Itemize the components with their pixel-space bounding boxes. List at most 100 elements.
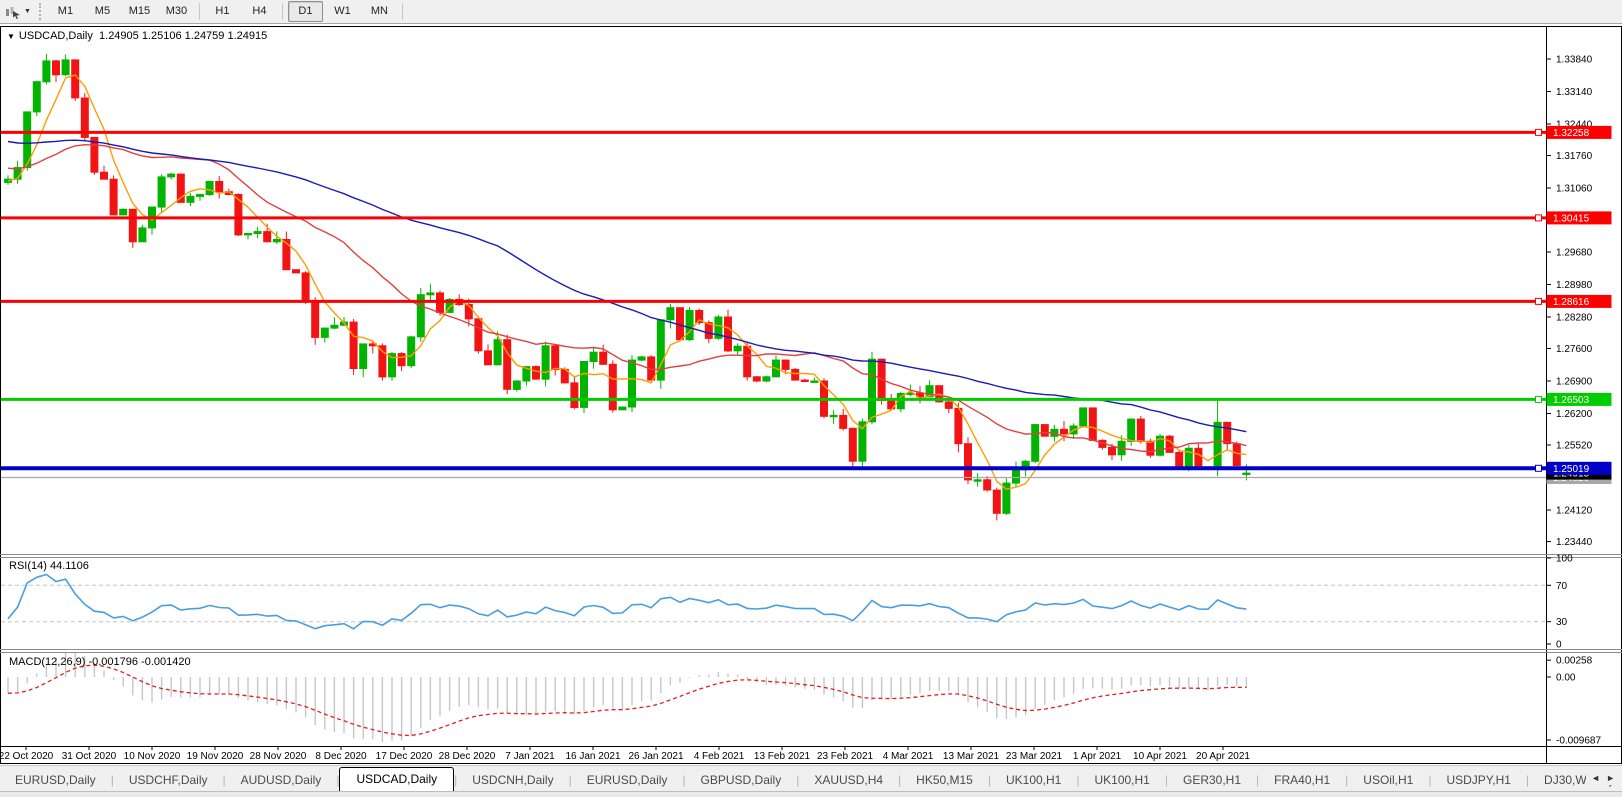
ma-line-50[interactable]: [7, 139, 1247, 433]
svg-text:26 Jan 2021: 26 Jan 2021: [628, 751, 683, 762]
svg-text:1.26503: 1.26503: [1553, 395, 1590, 406]
svg-text:28 Nov 2020: 28 Nov 2020: [250, 751, 307, 762]
svg-text:7 Jan 2021: 7 Jan 2021: [505, 751, 555, 762]
macd-pane: 0.00258 0.00 -0.009687: [7, 653, 1601, 747]
status-strip: [0, 791, 1622, 797]
tab-eurusd-daily[interactable]: EURUSD,Daily: [572, 769, 683, 792]
timeframe-button-w1[interactable]: W1: [325, 1, 360, 22]
tab-usdcnh-daily[interactable]: USDCNH,Daily: [457, 769, 568, 792]
timeframe-button-d1[interactable]: D1: [287, 1, 323, 22]
chart-quote-ohlc: 1.24905 1.25106 1.24759 1.24915: [99, 30, 268, 42]
svg-text:1.24120: 1.24120: [1556, 506, 1593, 517]
level-lines[interactable]: [1, 128, 1546, 472]
svg-text:1.31760: 1.31760: [1556, 151, 1593, 162]
svg-text:10 Apr 2021: 10 Apr 2021: [1133, 751, 1187, 762]
svg-text:16 Jan 2021: 16 Jan 2021: [565, 751, 620, 762]
svg-text:20 Apr 2021: 20 Apr 2021: [1196, 751, 1250, 762]
svg-text:1.28616: 1.28616: [1553, 297, 1590, 308]
svg-text:1.26900: 1.26900: [1556, 377, 1593, 388]
candles[interactable]: [4, 53, 1251, 521]
svg-text:4 Mar 2021: 4 Mar 2021: [883, 751, 934, 762]
tab-gbpusd-daily[interactable]: GBPUSD,Daily: [686, 769, 797, 792]
toolbar-separator: [401, 3, 403, 20]
tab-usdcad-daily[interactable]: USDCAD,Daily: [339, 767, 455, 792]
chart-tab-bar: EURUSD,Daily | USDCHF,Daily | AUDUSD,Daily | U…: [0, 765, 1622, 792]
chart-title: ▼ USDCAD,Daily 1.24905 1.25106 1.24759 1.…: [7, 30, 267, 42]
svg-text:10 Nov 2020: 10 Nov 2020: [124, 751, 181, 762]
svg-text:0.00258: 0.00258: [1556, 656, 1593, 667]
svg-text:8 Dec 2020: 8 Dec 2020: [315, 751, 367, 762]
tab-scroll-right-button[interactable]: ►: [1606, 773, 1615, 783]
svg-text:1.29680: 1.29680: [1556, 248, 1593, 259]
chart-borders: [0, 26, 1622, 764]
toolbar: ▼ M1 M5 M15 M30 H1 H4 D1 W1 MN: [0, 0, 1622, 24]
timeframe-button-h4[interactable]: H4: [242, 1, 277, 22]
svg-text:23 Feb 2021: 23 Feb 2021: [817, 751, 874, 762]
timeframe-button-mn[interactable]: MN: [362, 1, 397, 22]
rsi-pane: 100 70 30 0: [1, 554, 1573, 651]
svg-text:1 Apr 2021: 1 Apr 2021: [1073, 751, 1122, 762]
svg-text:-0.009687: -0.009687: [1556, 736, 1601, 747]
svg-text:100: 100: [1556, 554, 1573, 565]
svg-text:1.27600: 1.27600: [1556, 344, 1593, 355]
svg-text:1.26200: 1.26200: [1556, 409, 1593, 420]
svg-text:13 Mar 2021: 13 Mar 2021: [943, 751, 1000, 762]
svg-text:22 Oct 2020: 22 Oct 2020: [0, 751, 54, 762]
mt4-window: ▼ M1 M5 M15 M30 H1 H4 D1 W1 MN 1.33840 1.33140 1.3…: [0, 0, 1622, 797]
tab-hk50-m15[interactable]: HK50,M15: [901, 769, 988, 792]
timeframe-button-m5[interactable]: M5: [85, 1, 120, 22]
tab-xauusd-h4[interactable]: XAUUSD,H4: [799, 769, 898, 792]
svg-text:1.23440: 1.23440: [1556, 537, 1593, 548]
chart-menu-icon[interactable]: ▼: [7, 32, 15, 41]
chart-symbol-label: USDCAD,Daily: [18, 30, 93, 42]
timeframe-button-h1[interactable]: H1: [205, 1, 240, 22]
svg-text:1.31060: 1.31060: [1556, 184, 1593, 195]
svg-text:1.30415: 1.30415: [1553, 213, 1590, 224]
tab-audusd-daily[interactable]: AUDUSD,Daily: [226, 769, 337, 792]
chart-cursor-icon[interactable]: [3, 3, 23, 21]
svg-text:19 Nov 2020: 19 Nov 2020: [187, 751, 244, 762]
ma-line-5[interactable]: [7, 74, 1247, 490]
tab-scroll-left-button[interactable]: ◄: [1591, 773, 1600, 783]
svg-text:1.25019: 1.25019: [1553, 464, 1590, 475]
date-axis[interactable]: 22 Oct 2020 31 Oct 2020 10 Nov 2020 19 Nov …: [0, 746, 1250, 763]
timeframe-button-m30[interactable]: M30: [159, 1, 194, 22]
tab-fra40-h1[interactable]: FRA40,H1: [1259, 769, 1345, 792]
rsi-label: RSI(14) 44.1106: [9, 560, 89, 572]
svg-text:70: 70: [1556, 581, 1568, 592]
rsi-line: [7, 573, 1247, 630]
toolbar-grip[interactable]: [38, 3, 41, 20]
tab-usoil-h1[interactable]: USOil,H1: [1348, 769, 1428, 792]
tab-eurusd-daily[interactable]: EURUSD,Daily: [0, 769, 111, 792]
timeframe-button-m1[interactable]: M1: [48, 1, 83, 22]
tab-usdchf-daily[interactable]: USDCHF,Daily: [114, 769, 223, 792]
svg-text:1.32258: 1.32258: [1553, 128, 1590, 139]
tab-ger30-h1[interactable]: GER30,H1: [1168, 769, 1256, 792]
svg-text:13 Feb 2021: 13 Feb 2021: [754, 751, 811, 762]
macd-histogram: [7, 653, 1248, 742]
macd-signal-line: [7, 664, 1247, 737]
tab-uk100-h1[interactable]: UK100,H1: [991, 769, 1076, 792]
svg-text:0.00: 0.00: [1556, 673, 1576, 684]
svg-text:30: 30: [1556, 617, 1568, 628]
svg-text:4 Feb 2021: 4 Feb 2021: [694, 751, 745, 762]
timeframe-button-m15[interactable]: M15: [122, 1, 157, 22]
svg-text:1.25520: 1.25520: [1556, 441, 1593, 452]
svg-text:1.28280: 1.28280: [1556, 313, 1593, 324]
tab-usdjpy-h1[interactable]: USDJPY,H1: [1431, 769, 1525, 792]
svg-text:17 Dec 2020: 17 Dec 2020: [376, 751, 433, 762]
svg-text:1.28980: 1.28980: [1556, 280, 1593, 291]
toolbar-separator: [281, 3, 283, 20]
price-axis[interactable]: 1.338401.331401.324401.317601.310601.296…: [1546, 55, 1612, 549]
tab-uk100-h1[interactable]: UK100,H1: [1079, 769, 1164, 792]
svg-text:28 Dec 2020: 28 Dec 2020: [439, 751, 496, 762]
chart-canvas[interactable]: 1.338401.331401.324401.317601.310601.296…: [0, 0, 1622, 797]
svg-text:0: 0: [1556, 640, 1562, 651]
svg-text:31 Oct 2020: 31 Oct 2020: [62, 751, 117, 762]
timeframe-buttons: M1 M5 M15 M30 H1 H4 D1 W1 MN: [47, 1, 407, 22]
svg-text:1.33840: 1.33840: [1556, 55, 1593, 66]
toolbar-separator: [198, 3, 200, 20]
chevron-down-icon[interactable]: ▼: [24, 3, 31, 21]
svg-text:1.33140: 1.33140: [1556, 87, 1593, 98]
svg-text:23 Mar 2021: 23 Mar 2021: [1006, 751, 1063, 762]
